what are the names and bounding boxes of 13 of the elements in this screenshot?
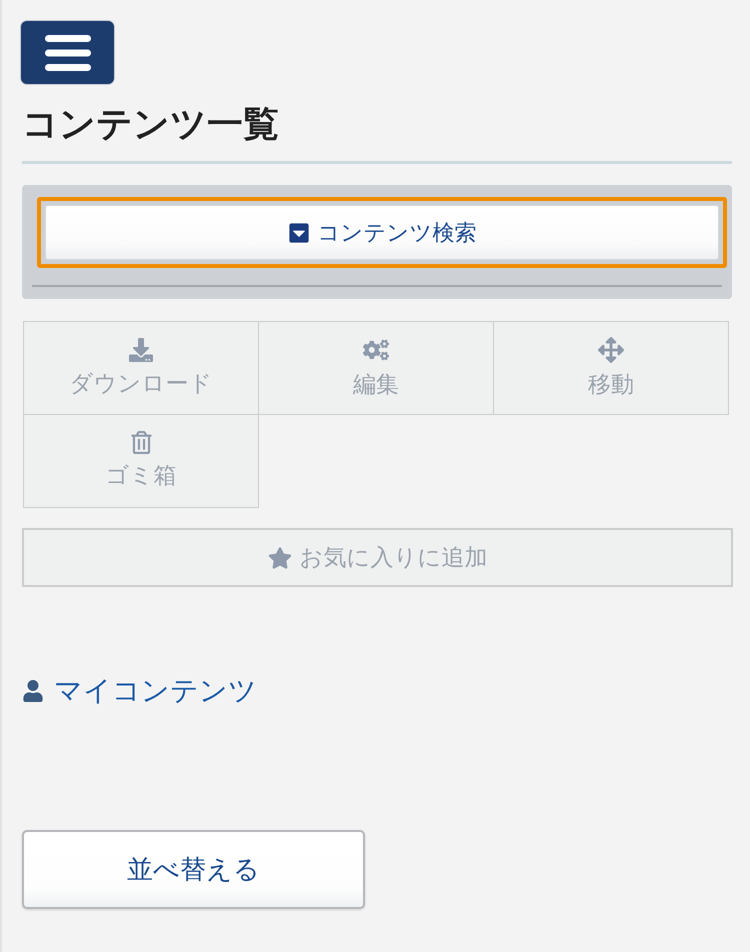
menu-button[interactable] xyxy=(20,20,115,85)
menu-icon xyxy=(44,34,90,70)
page-title: コンテンツ一覧 xyxy=(22,103,732,164)
download-icon xyxy=(129,338,153,362)
star-icon xyxy=(268,546,292,570)
gears-icon xyxy=(363,336,389,362)
trash-icon xyxy=(130,431,152,454)
search-toggle-button[interactable]: コンテンツ検索 xyxy=(45,205,719,260)
user-icon xyxy=(22,680,44,702)
my-contents-link[interactable]: マイコンテンツ xyxy=(54,673,257,709)
caret-down-icon xyxy=(288,222,310,244)
sort-button[interactable]: 並べ替える xyxy=(22,830,365,909)
move-arrows-icon xyxy=(598,336,624,362)
